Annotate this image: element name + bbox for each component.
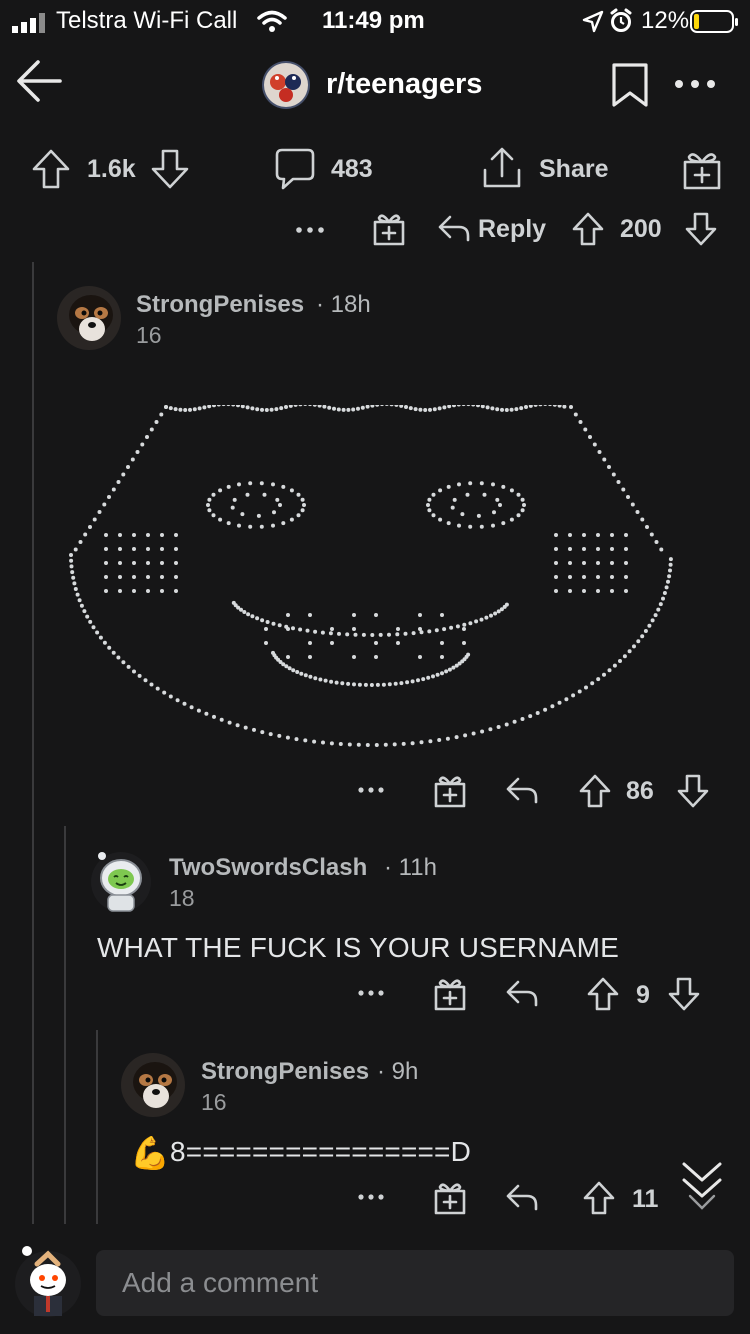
upvote-icon[interactable] (582, 1180, 616, 1216)
comment-karma: 16 (201, 1089, 227, 1115)
comment: TwoSwordsClash · 11h 18 WHAT THE FUCK IS… (88, 848, 736, 1018)
upvote-icon[interactable] (578, 773, 612, 809)
comment-author[interactable]: StrongPenises (136, 291, 304, 319)
reply-arrow-icon[interactable] (437, 213, 471, 243)
comment-body: 8================D (170, 1136, 472, 1167)
comment-vote-count: 11 (632, 1185, 659, 1213)
more-options-icon[interactable] (358, 988, 384, 998)
downvote-icon[interactable] (667, 976, 701, 1012)
comment-vote-count: 86 (626, 777, 654, 805)
reply-arrow-icon[interactable] (505, 1182, 539, 1212)
alarm-icon (610, 8, 632, 32)
comment-input-box[interactable] (96, 1250, 734, 1316)
award-gift-icon[interactable] (433, 976, 467, 1012)
comment-bubble-icon[interactable] (274, 147, 316, 191)
ascii-art-image (69, 405, 673, 747)
comment: StrongPenises · 18h 16 86 (56, 285, 736, 815)
subreddit-name[interactable]: r/teenagers (326, 68, 482, 101)
thread-line[interactable] (32, 262, 34, 1224)
back-arrow-icon[interactable] (16, 58, 64, 106)
comment-karma: 18 (169, 885, 195, 911)
downvote-icon[interactable] (676, 773, 710, 809)
award-gift-icon[interactable] (433, 1180, 467, 1216)
location-arrow-icon (582, 10, 604, 33)
comment: StrongPenises · 9h 16 💪 8===============… (120, 1052, 736, 1222)
bookmark-icon[interactable] (611, 62, 649, 108)
comment-author[interactable]: TwoSwordsClash (169, 854, 367, 882)
top-nav: r/teenagers (0, 50, 750, 122)
thread-line[interactable] (64, 826, 66, 1224)
downvote-icon[interactable] (150, 148, 190, 190)
battery-icon (690, 10, 738, 33)
comment-age: · 9h (377, 1058, 419, 1085)
wifi-icon (257, 10, 287, 32)
comment-karma: 16 (136, 322, 162, 348)
flexed-biceps-icon: 💪 (130, 1135, 170, 1171)
subreddit-avatar-icon[interactable] (261, 60, 311, 110)
award-gift-icon[interactable] (372, 211, 406, 247)
award-gift-icon[interactable] (681, 148, 723, 192)
comment-author[interactable]: StrongPenises (201, 1058, 369, 1086)
parent-comment-actions: Reply 200 (0, 205, 750, 255)
upvote-icon[interactable] (31, 148, 71, 190)
reply-button[interactable]: Reply (478, 215, 546, 244)
more-options-icon[interactable] (358, 785, 384, 795)
avatar[interactable] (120, 1052, 186, 1118)
user-avatar[interactable] (14, 1242, 82, 1318)
award-gift-icon[interactable] (433, 773, 467, 809)
more-options-icon[interactable] (358, 1192, 384, 1202)
thread-line[interactable] (96, 1030, 98, 1224)
reply-arrow-icon[interactable] (505, 978, 539, 1008)
clock-time: 11:49 pm (322, 7, 425, 34)
comment-count: 483 (331, 155, 373, 183)
upvote-icon[interactable] (586, 976, 620, 1012)
post-vote-count: 1.6k (87, 155, 136, 183)
more-options-icon[interactable] (295, 225, 325, 235)
battery-percent: 12% (641, 7, 690, 34)
avatar[interactable] (56, 285, 122, 351)
reply-arrow-icon[interactable] (505, 775, 539, 805)
carrier-name: Telstra Wi-Fi Call (56, 7, 238, 34)
post-action-bar: 1.6k 483 Share (0, 140, 750, 200)
more-options-icon[interactable] (673, 78, 717, 90)
share-button[interactable]: Share (539, 155, 608, 184)
comment-age: · 11h (384, 854, 437, 881)
parent-vote-count: 200 (620, 215, 662, 243)
comment-age: · 18h (316, 291, 371, 318)
cellular-signal-icon (12, 13, 45, 33)
upvote-icon[interactable] (571, 211, 605, 247)
comment-input[interactable] (96, 1250, 734, 1316)
comment-vote-count: 9 (636, 981, 650, 1009)
share-icon[interactable] (481, 146, 523, 190)
avatar[interactable] (88, 848, 154, 914)
comment-body: WHAT THE FUCK IS YOUR USERNAME (97, 932, 619, 963)
comment-composer (0, 1228, 750, 1334)
next-comment-chevron-icon[interactable] (680, 1160, 724, 1212)
downvote-icon[interactable] (684, 211, 718, 247)
status-bar: Telstra Wi-Fi Call 11:49 pm 12% (0, 0, 750, 44)
